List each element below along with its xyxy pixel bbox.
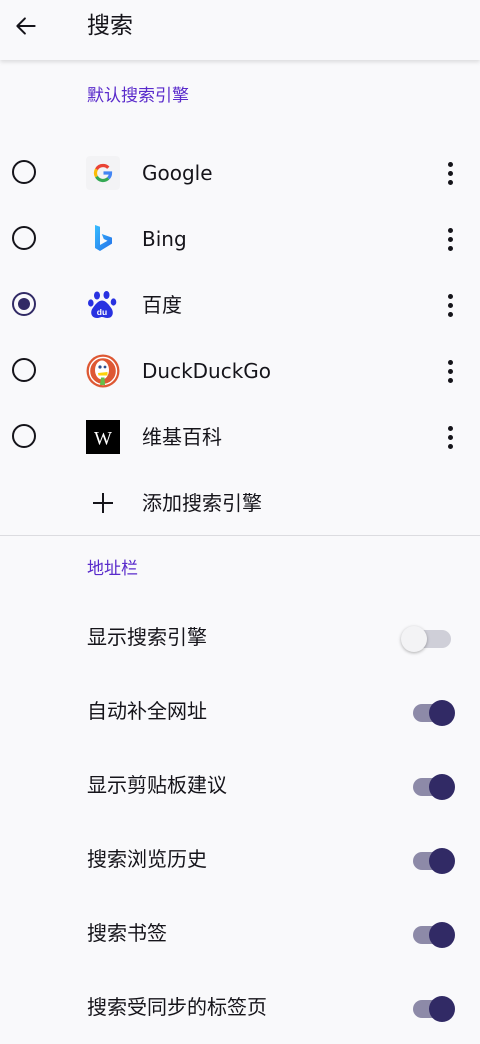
setting-label: 自动补全网址 — [87, 699, 207, 723]
dot — [447, 245, 453, 251]
toggle-switch[interactable] — [401, 626, 458, 652]
setting-label: 显示搜索引擎 — [87, 625, 207, 649]
more-options-button[interactable] — [434, 220, 466, 258]
switch-thumb — [401, 626, 427, 652]
dot — [447, 311, 453, 317]
baidu-glyph: du — [97, 307, 107, 317]
more-options-button[interactable] — [434, 286, 466, 324]
baidu-icon: du — [88, 291, 117, 318]
toggle-switch[interactable] — [410, 848, 458, 874]
switch-thumb — [429, 774, 455, 800]
switch-thumb — [429, 700, 455, 726]
setting-label: 搜索受同步的标签页 — [87, 995, 267, 1019]
dot — [447, 425, 453, 431]
google-icon — [86, 156, 120, 190]
dot — [447, 179, 453, 185]
section-header-default-engine: 默认搜索引擎 — [87, 86, 189, 106]
section-header-address-bar: 地址栏 — [87, 559, 138, 579]
engine-row-google[interactable]: Google — [0, 140, 480, 206]
dot — [447, 368, 453, 374]
engine-label: 百度 — [142, 293, 182, 317]
setting-search-bookmarks[interactable]: 搜索书签 — [0, 896, 480, 970]
setting-search-synced-tabs[interactable]: 搜索受同步的标签页 — [0, 970, 480, 1044]
radio-button[interactable] — [12, 160, 36, 184]
setting-label: 搜索书签 — [87, 921, 167, 945]
plus-icon — [93, 493, 113, 513]
engine-label: 维基百科 — [142, 425, 222, 449]
back-button[interactable] — [6, 6, 46, 46]
bing-icon — [95, 225, 112, 251]
engine-label: Google — [142, 161, 213, 185]
engine-row-duckduckgo[interactable]: DuckDuckGo — [0, 338, 480, 404]
engine-label: Bing — [142, 227, 187, 251]
dot — [447, 170, 453, 176]
dot — [447, 227, 453, 233]
app-bar: 搜索 — [0, 0, 480, 60]
wikipedia-glyph: W — [94, 429, 112, 450]
setting-show-search-engine[interactable]: 显示搜索引擎 — [0, 600, 480, 674]
dot — [447, 302, 453, 308]
add-search-engine-button[interactable]: 添加搜索引擎 — [0, 470, 480, 536]
more-options-button[interactable] — [434, 418, 466, 456]
dot — [447, 293, 453, 299]
duckduckgo-icon — [86, 354, 120, 388]
setting-clipboard-suggestions[interactable]: 显示剪贴板建议 — [0, 748, 480, 822]
setting-label: 显示剪贴板建议 — [87, 773, 227, 797]
radio-button[interactable] — [12, 358, 36, 382]
engine-label: DuckDuckGo — [142, 359, 272, 383]
add-search-engine-label: 添加搜索引擎 — [142, 491, 262, 515]
dot — [447, 377, 453, 383]
radio-button[interactable] — [12, 424, 36, 448]
engine-row-wikipedia[interactable]: W 维基百科 — [0, 404, 480, 470]
dot — [447, 236, 453, 242]
engine-row-bing[interactable]: Bing — [0, 206, 480, 272]
dot — [447, 161, 453, 167]
switch-thumb — [429, 996, 455, 1022]
setting-search-history[interactable]: 搜索浏览历史 — [0, 822, 480, 896]
wikipedia-icon: W — [86, 420, 120, 454]
engine-row-baidu[interactable]: du 百度 — [0, 272, 480, 338]
radio-button-selected[interactable] — [12, 292, 36, 316]
dot — [447, 434, 453, 440]
setting-label: 搜索浏览历史 — [87, 847, 207, 871]
arrow-back-icon — [16, 17, 36, 35]
toggle-switch[interactable] — [410, 774, 458, 800]
toggle-switch[interactable] — [410, 922, 458, 948]
dot — [447, 443, 453, 449]
more-options-button[interactable] — [434, 352, 466, 390]
dot — [447, 359, 453, 365]
page-title: 搜索 — [87, 13, 133, 39]
more-options-button[interactable] — [434, 154, 466, 192]
radio-button[interactable] — [12, 226, 36, 250]
setting-autocomplete-urls[interactable]: 自动补全网址 — [0, 674, 480, 748]
toggle-switch[interactable] — [410, 996, 458, 1022]
section-divider — [0, 535, 480, 536]
toggle-switch[interactable] — [410, 700, 458, 726]
switch-thumb — [429, 848, 455, 874]
switch-thumb — [429, 922, 455, 948]
